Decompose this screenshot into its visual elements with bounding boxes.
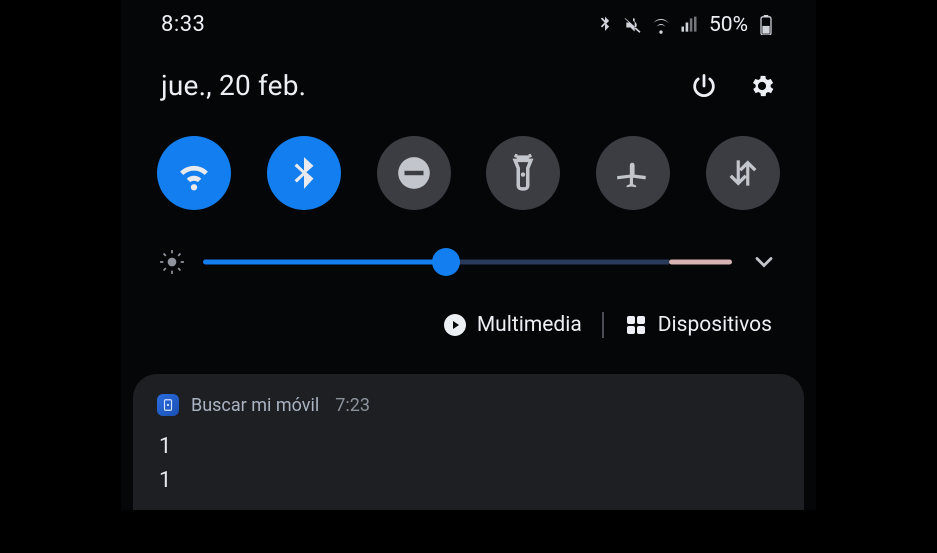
battery-status-icon [756,15,776,35]
notification-body: 1 [159,464,778,498]
quick-settings-toggles [121,112,816,222]
panel-date: jue., 20 feb. [161,69,306,102]
data-arrows-icon [724,154,762,192]
bluetooth-status-icon [595,15,615,35]
find-my-mobile-app-icon [157,394,179,416]
toggle-dnd[interactable] [377,136,451,210]
notification-header: Buscar mi móvil 7:23 [157,394,780,416]
brightness-slider[interactable] [203,250,732,274]
wifi-icon [175,154,213,192]
wifi-status-icon [651,15,671,35]
date-row: jue., 20 feb. [121,41,816,112]
notification-time: 7:23 [335,395,370,416]
signal-status-icon [679,15,699,35]
mute-status-icon [623,15,643,35]
toggle-mobile-data[interactable] [706,136,780,210]
toggle-airplane[interactable] [596,136,670,210]
status-icons: 50% [595,13,776,37]
brightness-icon [159,249,185,275]
brightness-row [121,222,816,284]
media-label: Multimedia [477,313,582,337]
divider [602,312,604,338]
do-not-disturb-icon [395,154,433,192]
status-bar: 8:33 50% [121,0,816,41]
brightness-thumb[interactable] [432,248,460,276]
notification-title: 1 [159,430,778,464]
toggle-bluetooth[interactable] [267,136,341,210]
power-icon[interactable] [690,72,718,100]
settings-gear-icon[interactable] [748,72,776,100]
toggle-flashlight[interactable] [486,136,560,210]
bluetooth-icon [285,154,323,192]
notification-panel: 8:33 50% jue., 20 feb. [121,0,816,510]
notification-card[interactable]: Buscar mi móvil 7:23 1 1 [133,374,804,510]
panel-shortcuts: Multimedia Dispositivos [121,284,816,366]
airplane-icon [614,154,652,192]
toggle-wifi[interactable] [157,136,231,210]
media-shortcut[interactable]: Multimedia [443,313,582,337]
status-time: 8:33 [161,12,205,37]
battery-percent: 50% [709,13,748,37]
devices-grid-icon [624,313,648,337]
play-circle-icon [443,313,467,337]
devices-shortcut[interactable]: Dispositivos [624,313,772,337]
notification-app-name: Buscar mi móvil [191,395,319,416]
expand-chevron-icon[interactable] [750,248,778,276]
flashlight-icon [504,154,542,192]
devices-label: Dispositivos [658,313,772,337]
